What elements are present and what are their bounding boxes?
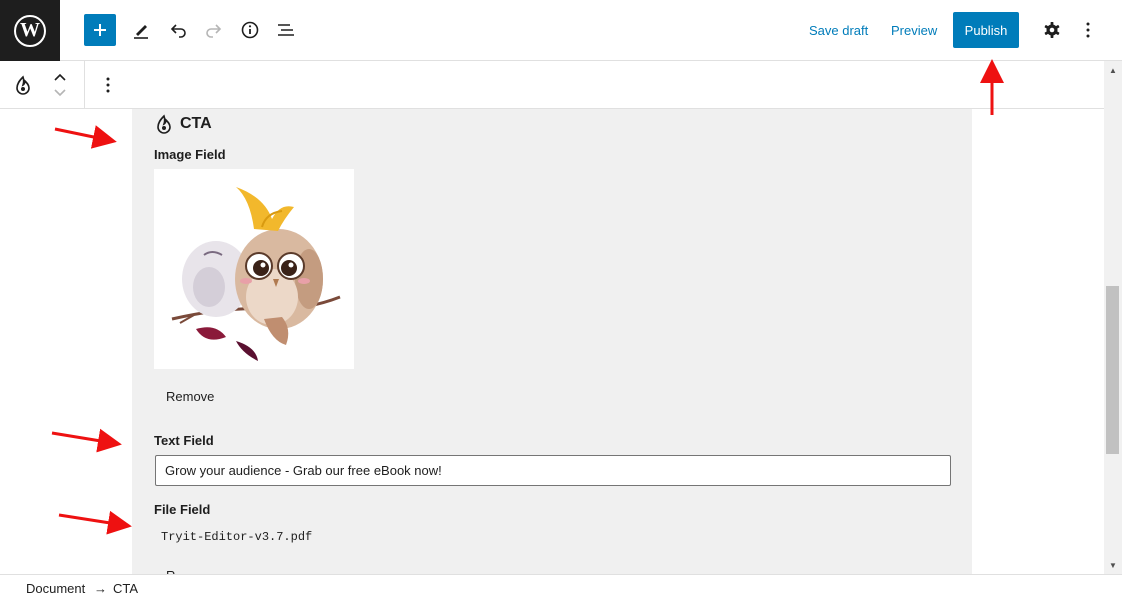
toolbar-divider bbox=[84, 61, 85, 108]
more-vertical-icon bbox=[106, 77, 110, 93]
tools-button[interactable] bbox=[129, 18, 153, 42]
remove-image-button[interactable]: Remove bbox=[166, 389, 214, 404]
breadcrumb-current[interactable]: CTA bbox=[113, 581, 138, 596]
file-name-text: Tryit-Editor-v3.7.pdf bbox=[161, 530, 313, 544]
undo-button[interactable] bbox=[166, 18, 190, 42]
move-up-icon bbox=[54, 73, 66, 81]
editor-canvas: CTA Image Field Remove Text Field Grow y… bbox=[0, 109, 1104, 574]
preview-button[interactable]: Preview bbox=[891, 23, 937, 38]
add-block-button[interactable] bbox=[84, 14, 116, 46]
image-preview[interactable] bbox=[154, 169, 354, 369]
wordpress-logo-icon: W bbox=[14, 14, 46, 47]
gear-icon bbox=[1044, 22, 1060, 38]
block-toolbar bbox=[0, 61, 1104, 109]
vertical-scrollbar[interactable]: ▲ ▼ bbox=[1104, 61, 1122, 574]
more-vertical-icon bbox=[1086, 22, 1090, 38]
block-title: CTA bbox=[154, 113, 212, 135]
undo-icon bbox=[170, 24, 186, 38]
scroll-down-arrow-icon[interactable]: ▼ bbox=[1104, 558, 1122, 572]
image-field-label: Image Field bbox=[154, 147, 226, 162]
breadcrumb: Document → CTA bbox=[0, 574, 1122, 599]
cta-block[interactable]: CTA Image Field Remove Text Field Grow y… bbox=[132, 109, 972, 574]
file-field-label: File Field bbox=[154, 502, 211, 517]
redo-button[interactable] bbox=[202, 18, 226, 42]
details-button[interactable] bbox=[238, 18, 262, 42]
settings-button[interactable] bbox=[1040, 18, 1064, 42]
move-down-icon bbox=[54, 89, 66, 97]
pencil-icon bbox=[134, 25, 148, 39]
scrollbar-thumb[interactable] bbox=[1106, 286, 1119, 454]
list-view-icon bbox=[278, 24, 294, 36]
breadcrumb-separator: → bbox=[94, 581, 107, 596]
redo-icon bbox=[206, 24, 222, 38]
owls-illustration bbox=[171, 187, 341, 361]
editor-header: W Save draft Preview Publish bbox=[0, 0, 1122, 61]
block-type-icon bbox=[157, 114, 171, 134]
plus-icon bbox=[94, 24, 106, 36]
editor-window: W Save draft Preview Publish CTA Image F… bbox=[0, 0, 1122, 599]
save-draft-button[interactable]: Save draft bbox=[809, 23, 868, 38]
options-button[interactable] bbox=[1076, 18, 1100, 42]
text-field-label: Text Field bbox=[154, 433, 214, 448]
text-field-input[interactable]: Grow your audience - Grab our free eBook… bbox=[155, 455, 951, 486]
scroll-up-arrow-icon[interactable]: ▲ bbox=[1104, 63, 1122, 77]
publish-button[interactable]: Publish bbox=[953, 12, 1019, 48]
block-type-icon bbox=[16, 75, 30, 95]
move-down-button[interactable] bbox=[48, 85, 72, 101]
list-view-button[interactable] bbox=[274, 18, 298, 42]
info-icon bbox=[241, 21, 259, 39]
wordpress-logo-button[interactable]: W bbox=[0, 0, 60, 61]
block-title-text: CTA bbox=[180, 115, 212, 132]
move-up-button[interactable] bbox=[48, 69, 72, 85]
block-options-button[interactable] bbox=[96, 73, 120, 97]
block-type-button[interactable] bbox=[11, 73, 35, 97]
breadcrumb-document[interactable]: Document bbox=[26, 581, 85, 596]
